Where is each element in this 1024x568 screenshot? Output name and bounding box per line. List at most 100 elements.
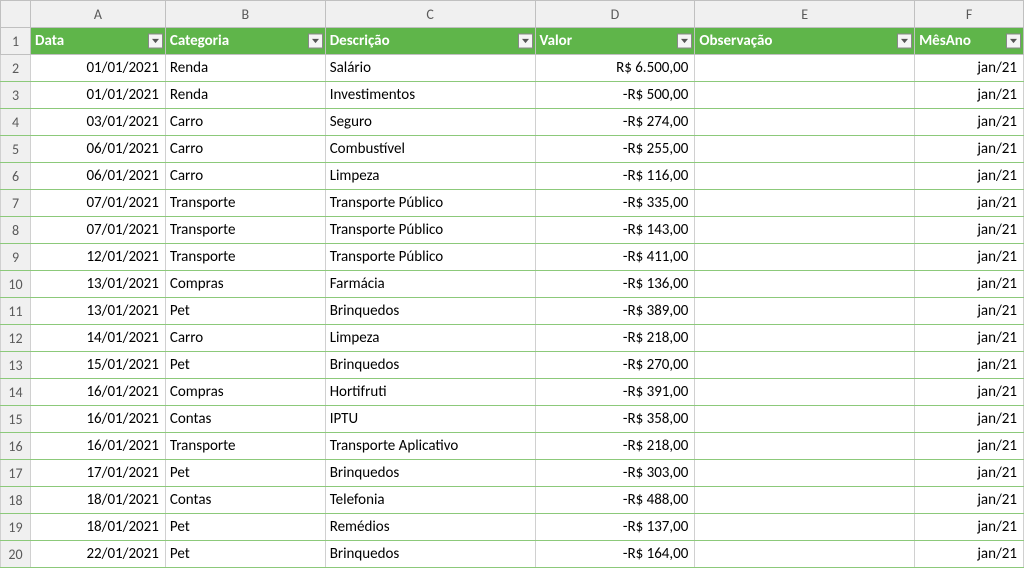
cell-descricao[interactable]: Seguro [325, 109, 535, 136]
cell-data[interactable]: 06/01/2021 [30, 163, 165, 190]
cell-mesano[interactable]: jan/21 [915, 352, 1024, 379]
cell-observacao[interactable] [695, 82, 915, 109]
cell-descricao[interactable]: Brinquedos [325, 460, 535, 487]
cell-categoria[interactable]: Pet [165, 460, 325, 487]
row-header-20[interactable]: 20 [1, 541, 31, 568]
cell-categoria[interactable]: Compras [165, 271, 325, 298]
cell-valor[interactable]: -R$ 335,00 [535, 190, 695, 217]
cell-categoria[interactable]: Carro [165, 325, 325, 352]
cell-descricao[interactable]: IPTU [325, 406, 535, 433]
row-header-14[interactable]: 14 [1, 379, 31, 406]
cell-observacao[interactable] [695, 136, 915, 163]
col-header-C[interactable]: C [325, 1, 535, 28]
cell-data[interactable]: 15/01/2021 [30, 352, 165, 379]
row-header-18[interactable]: 18 [1, 487, 31, 514]
cell-mesano[interactable]: jan/21 [915, 460, 1024, 487]
cell-observacao[interactable] [695, 325, 915, 352]
filter-button-valor[interactable] [677, 34, 692, 49]
row-header-8[interactable]: 8 [1, 217, 31, 244]
cell-observacao[interactable] [695, 163, 915, 190]
cell-data[interactable]: 07/01/2021 [30, 217, 165, 244]
row-header-5[interactable]: 5 [1, 136, 31, 163]
cell-categoria[interactable]: Carro [165, 136, 325, 163]
cell-valor[interactable]: -R$ 143,00 [535, 217, 695, 244]
cell-descricao[interactable]: Brinquedos [325, 541, 535, 568]
cell-data[interactable]: 16/01/2021 [30, 379, 165, 406]
cell-categoria[interactable]: Transporte [165, 244, 325, 271]
cell-data[interactable]: 22/01/2021 [30, 541, 165, 568]
cell-valor[interactable]: -R$ 255,00 [535, 136, 695, 163]
cell-categoria[interactable]: Pet [165, 541, 325, 568]
cell-descricao[interactable]: Investimentos [325, 82, 535, 109]
cell-valor[interactable]: -R$ 164,00 [535, 541, 695, 568]
cell-valor[interactable]: -R$ 270,00 [535, 352, 695, 379]
cell-data[interactable]: 07/01/2021 [30, 190, 165, 217]
cell-categoria[interactable]: Renda [165, 55, 325, 82]
cell-data[interactable]: 17/01/2021 [30, 460, 165, 487]
header-valor[interactable]: Valor [535, 28, 695, 55]
cell-valor[interactable]: -R$ 218,00 [535, 325, 695, 352]
row-header-16[interactable]: 16 [1, 433, 31, 460]
cell-observacao[interactable] [695, 217, 915, 244]
col-header-E[interactable]: E [695, 1, 915, 28]
row-header-12[interactable]: 12 [1, 325, 31, 352]
cell-mesano[interactable]: jan/21 [915, 82, 1024, 109]
cell-mesano[interactable]: jan/21 [915, 271, 1024, 298]
cell-valor[interactable]: -R$ 391,00 [535, 379, 695, 406]
cell-observacao[interactable] [695, 109, 915, 136]
header-observacao[interactable]: Observação [695, 28, 915, 55]
cell-observacao[interactable] [695, 406, 915, 433]
cell-mesano[interactable]: jan/21 [915, 244, 1024, 271]
row-header-7[interactable]: 7 [1, 190, 31, 217]
cell-valor[interactable]: -R$ 116,00 [535, 163, 695, 190]
cell-descricao[interactable]: Transporte Público [325, 244, 535, 271]
cell-descricao[interactable]: Remédios [325, 514, 535, 541]
cell-categoria[interactable]: Transporte [165, 190, 325, 217]
row-header-13[interactable]: 13 [1, 352, 31, 379]
cell-descricao[interactable]: Salário [325, 55, 535, 82]
cell-data[interactable]: 03/01/2021 [30, 109, 165, 136]
cell-data[interactable]: 16/01/2021 [30, 433, 165, 460]
header-categoria[interactable]: Categoria [165, 28, 325, 55]
cell-data[interactable]: 12/01/2021 [30, 244, 165, 271]
cell-observacao[interactable] [695, 271, 915, 298]
header-mesano[interactable]: MêsAno [915, 28, 1024, 55]
cell-valor[interactable]: -R$ 274,00 [535, 109, 695, 136]
cell-mesano[interactable]: jan/21 [915, 298, 1024, 325]
row-header-3[interactable]: 3 [1, 82, 31, 109]
cell-data[interactable]: 13/01/2021 [30, 298, 165, 325]
row-header-10[interactable]: 10 [1, 271, 31, 298]
row-header-11[interactable]: 11 [1, 298, 31, 325]
cell-observacao[interactable] [695, 379, 915, 406]
row-header-19[interactable]: 19 [1, 514, 31, 541]
cell-descricao[interactable]: Transporte Público [325, 217, 535, 244]
row-header-2[interactable]: 2 [1, 55, 31, 82]
cell-categoria[interactable]: Pet [165, 352, 325, 379]
cell-mesano[interactable]: jan/21 [915, 433, 1024, 460]
cell-categoria[interactable]: Carro [165, 109, 325, 136]
cell-valor[interactable]: -R$ 358,00 [535, 406, 695, 433]
cell-descricao[interactable]: Hortifruti [325, 379, 535, 406]
cell-mesano[interactable]: jan/21 [915, 109, 1024, 136]
cell-observacao[interactable] [695, 298, 915, 325]
col-header-B[interactable]: B [165, 1, 325, 28]
header-data[interactable]: Data [30, 28, 165, 55]
cell-observacao[interactable] [695, 460, 915, 487]
cell-mesano[interactable]: jan/21 [915, 487, 1024, 514]
filter-button-mesano[interactable] [1006, 34, 1021, 49]
col-header-F[interactable]: F [915, 1, 1024, 28]
filter-button-data[interactable] [148, 34, 163, 49]
cell-valor[interactable]: -R$ 136,00 [535, 271, 695, 298]
cell-categoria[interactable]: Transporte [165, 433, 325, 460]
cell-categoria[interactable]: Compras [165, 379, 325, 406]
cell-valor[interactable]: -R$ 411,00 [535, 244, 695, 271]
cell-descricao[interactable]: Transporte Aplicativo [325, 433, 535, 460]
cell-descricao[interactable]: Telefonia [325, 487, 535, 514]
cell-categoria[interactable]: Transporte [165, 217, 325, 244]
cell-valor[interactable]: -R$ 488,00 [535, 487, 695, 514]
cell-data[interactable]: 18/01/2021 [30, 514, 165, 541]
cell-observacao[interactable] [695, 244, 915, 271]
cell-categoria[interactable]: Contas [165, 406, 325, 433]
filter-button-descricao[interactable] [518, 34, 533, 49]
cell-descricao[interactable]: Transporte Público [325, 190, 535, 217]
